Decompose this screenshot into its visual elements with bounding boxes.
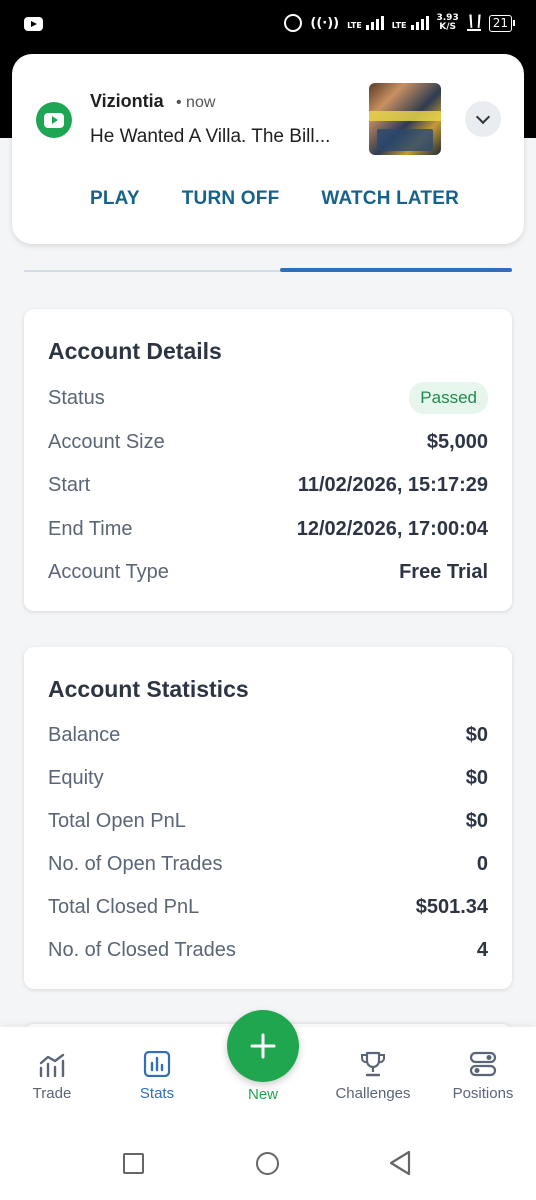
signal-icon-1: LTE <box>347 16 384 30</box>
stat-row: Balance $0 <box>48 720 488 750</box>
positions-icon <box>469 1051 497 1077</box>
balance-label: Balance <box>48 723 121 746</box>
stat-row: Total Open PnL $0 <box>48 806 488 836</box>
battery-level: 21 <box>492 15 508 30</box>
recents-button[interactable] <box>123 1153 144 1174</box>
account-type-row: Account Type Free Trial <box>48 557 488 587</box>
start-label: Start <box>48 473 91 496</box>
signal-icon-2: LTE <box>392 16 429 30</box>
open-trades-label: No. of Open Trades <box>48 852 223 875</box>
network-type-1: LTE <box>347 21 362 30</box>
stat-row: No. of Closed Trades 4 <box>48 935 488 965</box>
status-icons: ((·)) LTE LTE 3.93 K/S 21 <box>284 14 516 32</box>
account-type-value: Free Trial <box>399 560 488 583</box>
equity-label: Equity <box>48 766 104 789</box>
status-row: Status Passed <box>48 382 488 414</box>
start-value: 11/02/2026, 15:17:29 <box>297 473 488 496</box>
account-size-row: Account Size $5,000 <box>48 427 488 457</box>
new-button[interactable] <box>227 1010 299 1082</box>
system-nav-bar <box>0 1130 536 1200</box>
turn-off-button[interactable]: TURN OFF <box>182 188 280 210</box>
nav-trade-label: Trade <box>32 1085 72 1102</box>
end-time-value: 12/02/2026, 17:00:04 <box>296 517 488 540</box>
end-time-row: End Time 12/02/2026, 17:00:04 <box>48 514 488 544</box>
open-pnl-label: Total Open PnL <box>48 809 186 832</box>
video-thumbnail[interactable] <box>369 83 441 155</box>
open-trades-value: 0 <box>476 852 488 875</box>
hotspot-icon: ((·)) <box>310 15 340 31</box>
battery-icon: 21 <box>488 14 516 32</box>
equity-value: $0 <box>465 766 488 789</box>
notification-text: He Wanted A Villa. The Bill... <box>90 126 331 147</box>
notification-app-name: Viziontia <box>90 91 164 111</box>
notification-actions: PLAY TURN OFF WATCH LATER <box>90 188 459 210</box>
stat-row: No. of Open Trades 0 <box>48 849 488 879</box>
start-row: Start 11/02/2026, 15:17:29 <box>48 470 488 500</box>
home-button[interactable] <box>256 1152 279 1175</box>
status-label: Status <box>48 386 105 409</box>
plus-icon <box>250 1033 276 1059</box>
youtube-notification[interactable]: Viziontia • now He Wanted A Villa. The B… <box>12 54 524 244</box>
network-speed: 3.93 K/S <box>437 14 459 32</box>
account-details-card: Account Details Status Passed Account Si… <box>24 309 512 611</box>
end-time-label: End Time <box>48 517 133 540</box>
tab-indicator-inactive[interactable] <box>24 270 280 272</box>
account-details-title: Account Details <box>48 338 222 364</box>
youtube-notification-icon <box>24 17 43 31</box>
youtube-app-icon <box>36 102 72 138</box>
nav-challenges-label: Challenges <box>335 1085 411 1102</box>
flask-icon <box>466 15 481 31</box>
account-type-label: Account Type <box>48 560 169 583</box>
trade-icon <box>39 1053 65 1077</box>
open-pnl-value: $0 <box>465 809 488 832</box>
stat-row: Equity $0 <box>48 763 488 793</box>
account-statistics-title: Account Statistics <box>48 676 249 702</box>
new-label: New <box>247 1086 278 1103</box>
account-statistics-card: Account Statistics Balance $0 Equity $0 … <box>24 647 512 989</box>
nav-positions-label: Positions <box>452 1085 514 1102</box>
notification-time: • now <box>176 94 216 111</box>
alarm-icon <box>284 14 303 32</box>
watch-later-button[interactable]: WATCH LATER <box>321 188 459 210</box>
balance-value: $0 <box>465 723 488 746</box>
network-type-2: LTE <box>391 21 407 30</box>
speed-unit: K/S <box>439 22 456 32</box>
closed-trades-label: No. of Closed Trades <box>48 938 236 961</box>
play-button[interactable]: PLAY <box>90 188 140 210</box>
status-badge: Passed <box>409 382 488 414</box>
account-size-label: Account Size <box>48 430 165 453</box>
tab-indicator-active[interactable] <box>280 268 512 272</box>
trophy-icon <box>361 1051 385 1077</box>
chevron-down-icon[interactable] <box>465 101 501 137</box>
closed-pnl-value: $501.34 <box>415 895 488 918</box>
account-size-value: $5,000 <box>426 430 488 453</box>
stat-row: Total Closed PnL $501.34 <box>48 892 488 922</box>
closed-trades-value: 4 <box>476 938 488 961</box>
stats-icon <box>143 1051 171 1077</box>
back-button[interactable] <box>388 1150 412 1176</box>
closed-pnl-label: Total Closed PnL <box>48 895 200 918</box>
nav-stats-label: Stats <box>139 1085 175 1102</box>
